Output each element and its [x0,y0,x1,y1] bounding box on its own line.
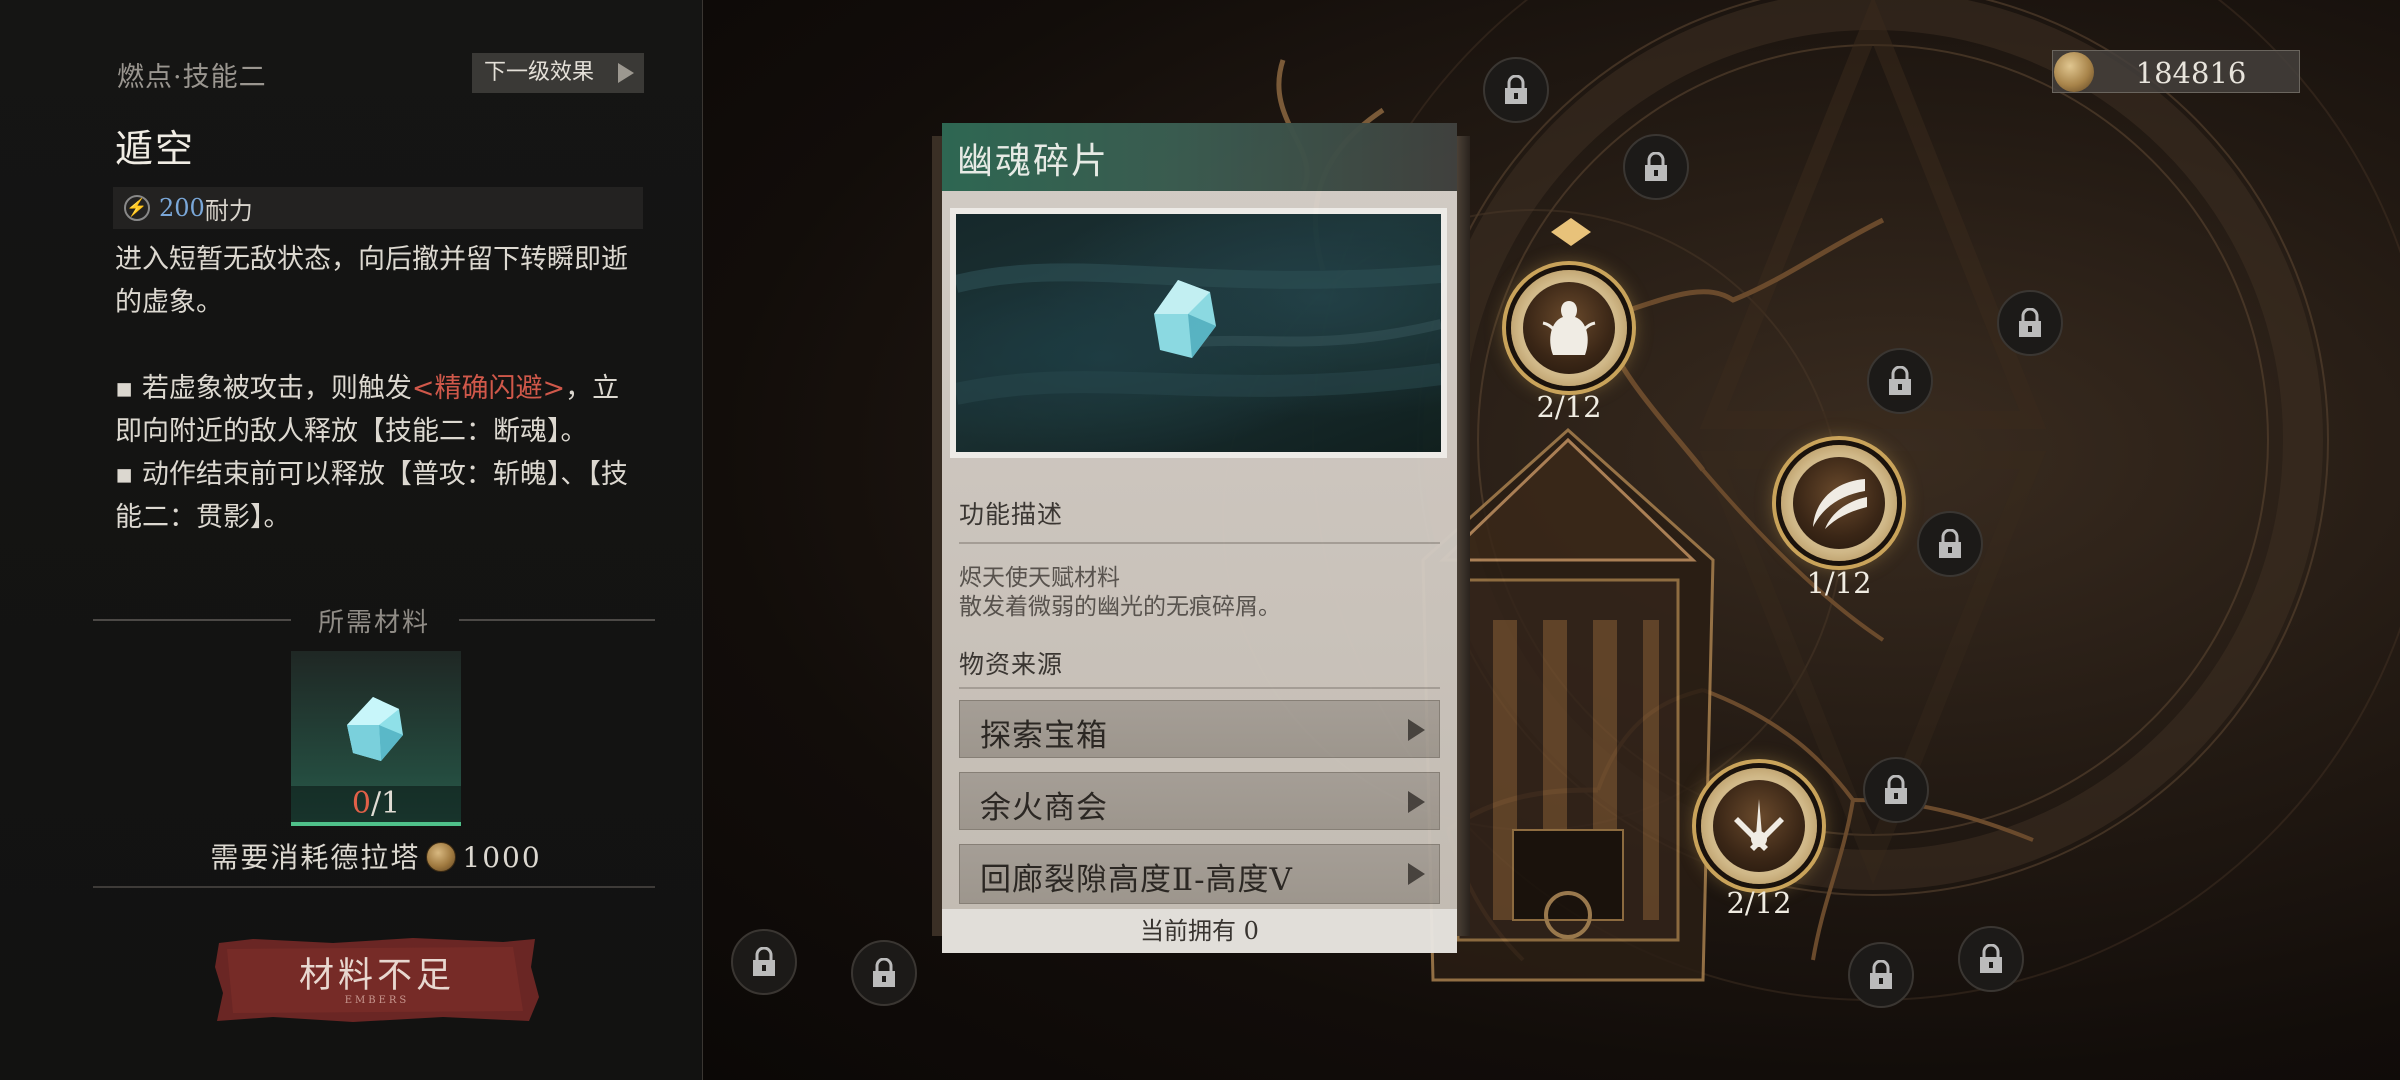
talent-node-3[interactable] [1701,768,1817,884]
item-image [956,214,1441,452]
next-level-label: 下一级效果 [484,60,595,85]
source-explore-chest-button[interactable]: 探索宝箱 [959,700,1440,758]
source-label: 物资来源 [959,650,1064,679]
owned-count: 当前拥有 0 [942,909,1457,953]
lock-icon [873,958,895,987]
consume-label: 需要消耗德拉塔 [210,841,421,874]
play-arrow-icon [1408,719,1425,741]
lock-icon [1889,366,1911,395]
slash-arc-icon [1793,457,1885,549]
cost-value: 200 [159,194,205,222]
item-name: 幽魂碎片 [957,141,1110,182]
source-ember-guild-button[interactable]: 余火商会 [959,772,1440,830]
dorata-coin-icon [426,842,457,872]
talent-node-2[interactable] [1781,445,1897,561]
lock-icon [753,947,775,976]
stamina-cost-bar: ⚡ 200 耐力 [113,187,643,229]
locked-node[interactable] [1917,511,1983,577]
item-image-frame [950,208,1447,458]
lock-icon [1870,960,1892,989]
locked-node[interactable] [1483,57,1549,123]
locked-node[interactable] [1958,926,2024,992]
locked-node[interactable] [851,940,917,1006]
locked-node[interactable] [731,929,797,995]
material-count: 0/1 [291,786,461,822]
material-need: /1 [370,786,401,821]
cost-unit: 耐力 [204,196,253,225]
lock-icon [1885,775,1907,804]
function-line-1: 烬天使天赋材料 [959,565,1120,591]
popup-title-bar: 幽魂碎片 [942,123,1457,191]
description-main: 进入短暂无敌状态，向后撤并留下转瞬即逝的虚象。 [115,244,628,318]
source-label-3: 回廊裂隙高度Ⅱ-高度Ⅴ [980,862,1293,898]
locked-node[interactable] [1997,290,2063,356]
play-arrow-icon [618,63,634,83]
talent-node-1-count: 2/12 [1536,390,1602,424]
crystal-shard-icon [347,697,403,761]
separator [93,886,655,888]
popup-right-edge [1457,136,1470,936]
insufficient-materials-button[interactable]: 材料不足 EMBERS [213,937,541,1023]
lock-icon [1980,944,2002,973]
play-arrow-icon [1408,863,1425,885]
lock-icon [1645,152,1667,181]
description-bullet-2: ▪ 动作结束前可以释放【普攻：斩魄】、【技能二：贯影】。 [115,459,628,533]
skill-name: 遁空 [115,127,196,171]
materials-header: 所需材料 [93,600,655,640]
talent-node-1[interactable] [1511,270,1627,386]
function-rule [959,542,1440,544]
skill-detail-panel: 燃点·技能二 下一级效果 遁空 ⚡ 200 耐力 进入短暂无敌状态，向后撤并留下… [0,0,702,1080]
currency-amount: 184816 [2135,56,2247,90]
insufficient-sublabel: EMBERS [344,995,410,1006]
function-label: 功能描述 [959,500,1064,529]
locked-node[interactable] [1863,757,1929,823]
talent-node-2-count: 1/12 [1806,566,1872,600]
lightning-icon: ⚡ [124,195,150,221]
talent-node-3-count: 2/12 [1726,886,1792,920]
lock-icon [1505,75,1527,104]
item-detail-popup: 幽魂碎片 功能描述 烬天使天赋材料 散发着微弱的幽光的无痕碎屑。 物资来源 探索… [942,123,1457,953]
description-bullet-1: ▪ 若虚象被攻击，则触发<精确闪避>，立即向附近的敌人释放【技能二：断魂】。 [115,367,645,453]
dorata-currency-display: 184816 [2052,50,2300,93]
swords-emblem-icon [1713,780,1805,872]
precise-dodge-keyword[interactable]: <精确闪避> [412,373,565,404]
locked-node[interactable] [1623,134,1689,200]
function-description: 烬天使天赋材料 散发着微弱的幽光的无痕碎屑。 [959,564,1281,622]
locked-node[interactable] [1867,348,1933,414]
source-label-1: 探索宝箱 [980,718,1108,754]
material-progress-bar [291,822,461,826]
source-corridor-rift-button[interactable]: 回廊裂隙高度Ⅱ-高度Ⅴ [959,844,1440,904]
selected-marker-icon [1551,218,1591,246]
material-have: 0 [351,786,371,821]
consume-amount: 1000 [462,841,542,874]
popup-left-edge [932,136,942,936]
locked-node[interactable] [1848,942,1914,1008]
bullet1-pre: ▪ 若虚象被攻击，则触发 [115,373,412,404]
lock-icon [2019,308,2041,337]
angel-figure-icon [1523,282,1615,374]
next-level-effect-button[interactable]: 下一级效果 [472,53,644,93]
skill-subtitle: 燃点·技能二 [117,62,267,93]
source-rule [959,687,1440,689]
materials-header-text: 所需材料 [317,608,430,638]
skill-description: 进入短暂无敌状态，向后撤并留下转瞬即逝的虚象。 ▪ 若虚象被攻击，则触发<精确闪… [115,238,645,539]
source-label-2: 余火商会 [980,790,1108,826]
consume-line: 需要消耗德拉塔 1000 [0,836,752,876]
insufficient-label: 材料不足 [298,956,455,996]
lock-icon [1939,529,1961,558]
play-arrow-icon [1408,791,1425,813]
function-line-2: 散发着微弱的幽光的无痕碎屑。 [959,594,1281,620]
crystal-shard-icon [956,263,1441,405]
